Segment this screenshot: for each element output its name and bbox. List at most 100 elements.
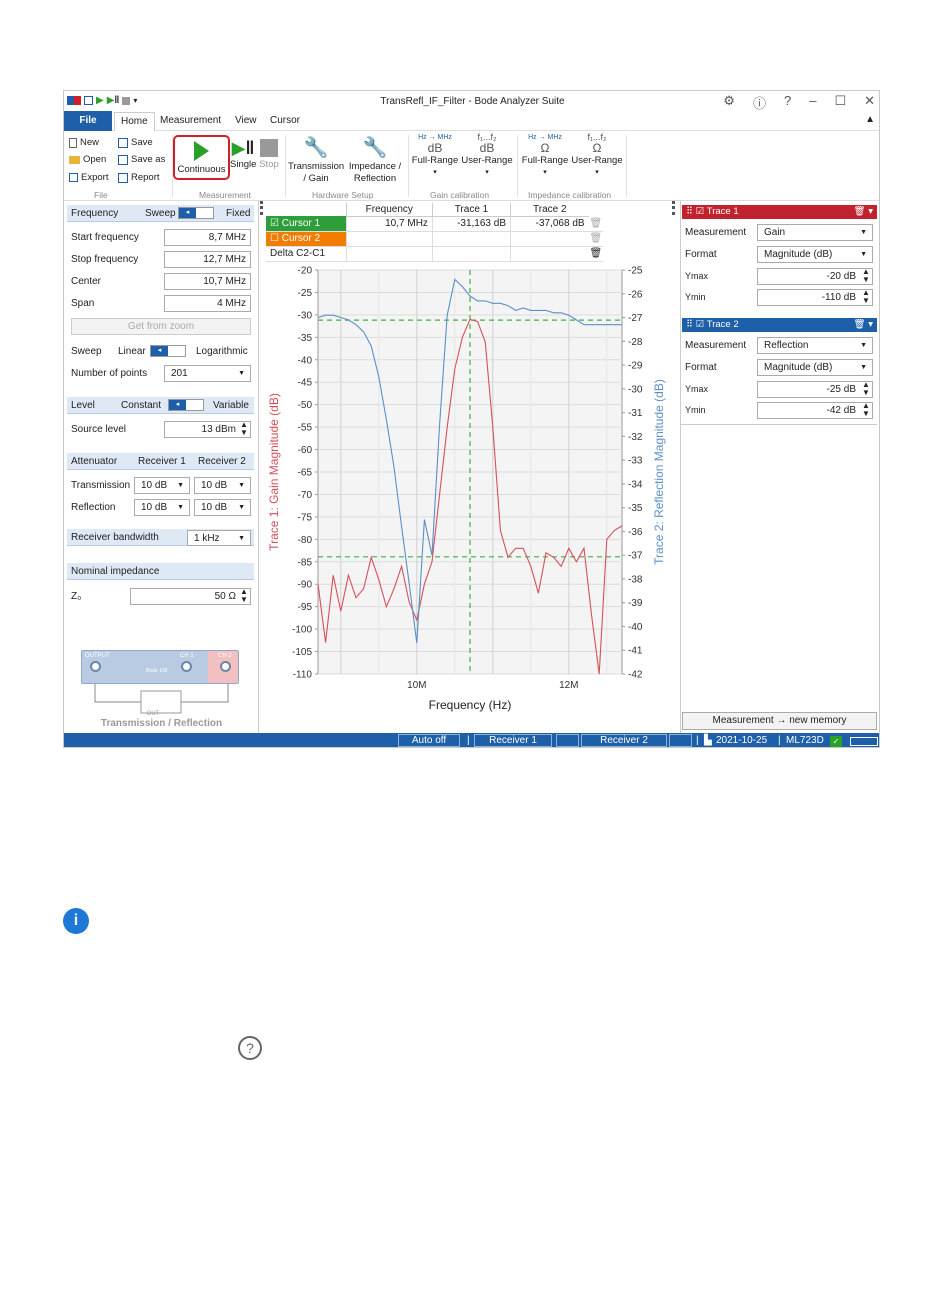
get-from-zoom-button[interactable]: Get from zoom	[71, 318, 251, 335]
checkbox-checked-icon[interactable]: ☑	[270, 218, 279, 229]
trace1-ymax-field[interactable]: -20 dB	[757, 268, 873, 285]
start-frequency-field[interactable]: 8,7 MHz	[164, 229, 251, 246]
trash-icon[interactable]: 🗑	[589, 231, 603, 246]
trace2-ymin-field[interactable]: -42 dB	[757, 402, 873, 419]
impedance-reflection-button[interactable]: 🔧 Impedance / Reflection	[346, 135, 404, 185]
table-row[interactable]: ☐ Cursor 2 🗑	[266, 231, 603, 246]
tab-measurement[interactable]: Measurement	[160, 115, 221, 126]
open-button[interactable]: Open	[69, 154, 106, 165]
close-button[interactable]: ✕	[864, 93, 875, 112]
stop-frequency-field[interactable]: 12,7 MHz	[164, 251, 251, 268]
grip-icon[interactable]: ⠿	[686, 206, 693, 217]
trace1-ymin-spinner[interactable]: ▲ ▼	[862, 289, 870, 305]
trace1-ymin-field[interactable]: -110 dB	[757, 289, 873, 306]
trash-icon[interactable]: 🗑	[589, 246, 603, 261]
settings-icon[interactable]: ⚙	[723, 93, 735, 112]
trace2-header[interactable]: ⠿ ☑ Trace 2 🗑 ▾	[682, 318, 877, 332]
file-menu[interactable]: File	[64, 111, 112, 131]
new-button[interactable]: New	[69, 137, 99, 148]
trash-icon[interactable]: 🗑 ▾	[854, 318, 873, 332]
stop-icon	[260, 139, 278, 157]
report-button[interactable]: Report	[118, 172, 160, 183]
transmission-gain-button[interactable]: 🔧 Transmission / Gain	[288, 135, 344, 185]
save-button[interactable]: Save	[118, 137, 153, 148]
trace1-measurement-label: Measurement	[685, 227, 747, 238]
source-level-spinner[interactable]: ▲ ▼	[240, 421, 248, 437]
trace2-ymax-label: Ymax	[685, 384, 709, 394]
new-memory-button[interactable]: Measurement → new memory	[682, 712, 877, 730]
ribbon-separator	[408, 135, 409, 197]
trace1-format-select[interactable]: Magnitude (dB)	[757, 246, 873, 263]
number-of-points-select[interactable]: 201	[164, 365, 251, 382]
table-row[interactable]: Delta C2-C1 🗑	[266, 246, 603, 261]
save-as-button[interactable]: Save as	[118, 154, 165, 165]
trace1-ymax-spinner[interactable]: ▲ ▼	[862, 268, 870, 284]
tab-home[interactable]: Home	[114, 112, 155, 132]
gain-full-range-button[interactable]: Hz → MHz dB Full-Range ▾	[410, 133, 460, 179]
grip-icon[interactable]: ⠿	[686, 319, 693, 330]
y2-tick-label: -31	[628, 408, 643, 419]
transmission-r1-select[interactable]: 10 dB	[134, 477, 190, 494]
imp-full-range-button[interactable]: Hz → MHz Ω Full-Range ▾	[520, 133, 570, 179]
tab-cursor[interactable]: Cursor	[270, 115, 300, 126]
reflection-r2-select[interactable]: 10 dB	[194, 499, 251, 516]
cursor2-frequency[interactable]	[345, 231, 433, 246]
y-tick-label: -110	[293, 670, 313, 681]
receiver-bandwidth-select[interactable]: 1 kHz	[187, 530, 251, 546]
level-label: Level	[71, 400, 95, 411]
center-field[interactable]: 10,7 MHz	[164, 273, 251, 290]
linear-log-toggle[interactable]: ◂	[150, 345, 186, 357]
panel-grip-icon[interactable]	[672, 201, 676, 215]
delta-trace2	[509, 246, 589, 261]
y-tick-label: -30	[298, 310, 313, 321]
receiver1-status[interactable]: Receiver 1	[474, 734, 552, 747]
trace2-measurement-select[interactable]: Reflection	[757, 337, 873, 354]
save-label: Save	[131, 137, 153, 148]
constant-variable-toggle[interactable]: ◂	[168, 399, 204, 411]
panel-grip-icon[interactable]	[260, 201, 264, 215]
minimize-button[interactable]: –	[809, 93, 816, 112]
collapse-ribbon-icon[interactable]: ▲	[865, 114, 875, 125]
cursor1-frequency[interactable]: 10,7 MHz	[345, 216, 433, 231]
maximize-button[interactable]: ☐	[834, 93, 846, 112]
cursor2-name-cell[interactable]: ☐ Cursor 2	[266, 231, 347, 246]
checkbox-unchecked-icon[interactable]: ☐	[270, 233, 279, 244]
sweep-fixed-toggle[interactable]: ◂	[178, 207, 214, 219]
source-level-field[interactable]: 13 dBm	[164, 421, 251, 438]
checkbox-checked-icon[interactable]: ☑	[696, 206, 705, 217]
z0-spinner[interactable]: ▲ ▼	[240, 588, 248, 604]
table-row[interactable]: ☑ Cursor 1 10,7 MHz -31,163 dB -37,068 d…	[266, 216, 603, 231]
reflection-r1-select[interactable]: 10 dB	[134, 499, 190, 516]
trace2-format-select[interactable]: Magnitude (dB)	[757, 359, 873, 376]
checkbox-checked-icon[interactable]: ☑	[696, 319, 705, 330]
continuous-button[interactable]: Continuous	[173, 135, 230, 180]
receiver2-status[interactable]: Receiver 2	[581, 734, 667, 747]
span-field[interactable]: 4 MHz	[164, 295, 251, 312]
table-header-frequency: Frequency	[345, 203, 433, 217]
gain-user-range-button[interactable]: f₁...f₂ dB User-Range ▾	[461, 133, 513, 179]
auto-status[interactable]: Auto off	[398, 734, 460, 747]
trace1-header[interactable]: ⠿ ☑ Trace 1 🗑 ▾	[682, 205, 877, 219]
trace2-ymax-field[interactable]: -25 dB	[757, 381, 873, 398]
help-icon[interactable]: ?	[784, 93, 791, 112]
single-button[interactable]: ▶‖ Single	[230, 137, 256, 171]
transmission-r2-select[interactable]: 10 dB	[194, 477, 251, 494]
trace2-ymax-spinner[interactable]: ▲ ▼	[862, 381, 870, 397]
export-button[interactable]: Export	[69, 172, 108, 183]
trace1-measurement-select[interactable]: Gain	[757, 224, 873, 241]
z0-field[interactable]: 50 Ω	[130, 588, 251, 605]
trash-icon[interactable]: 🗑	[589, 216, 603, 231]
stop-button[interactable]: Stop	[257, 137, 281, 171]
x-tick-label: 12M	[559, 680, 578, 691]
y-tick-label: -35	[298, 333, 313, 344]
brand-label: Bode 100	[146, 668, 168, 674]
tab-view[interactable]: View	[235, 115, 257, 126]
bode-chart[interactable]: -20 -25 -30 -35 -40 -45 -50 -55 -60 -65 -70 -75 -80 -…	[260, 265, 680, 733]
imp-user-range-button[interactable]: f₁...f₂ Ω User-Range ▾	[571, 133, 623, 179]
trace2-title: Trace 2	[706, 319, 739, 330]
trace2-ymin-spinner[interactable]: ▲ ▼	[862, 402, 870, 418]
trash-icon[interactable]: 🗑 ▾	[854, 205, 873, 219]
sweep-label: Sweep	[145, 208, 176, 219]
cursor1-name-cell[interactable]: ☑ Cursor 1	[266, 216, 347, 231]
info-icon[interactable]: ⓘ	[753, 93, 766, 112]
